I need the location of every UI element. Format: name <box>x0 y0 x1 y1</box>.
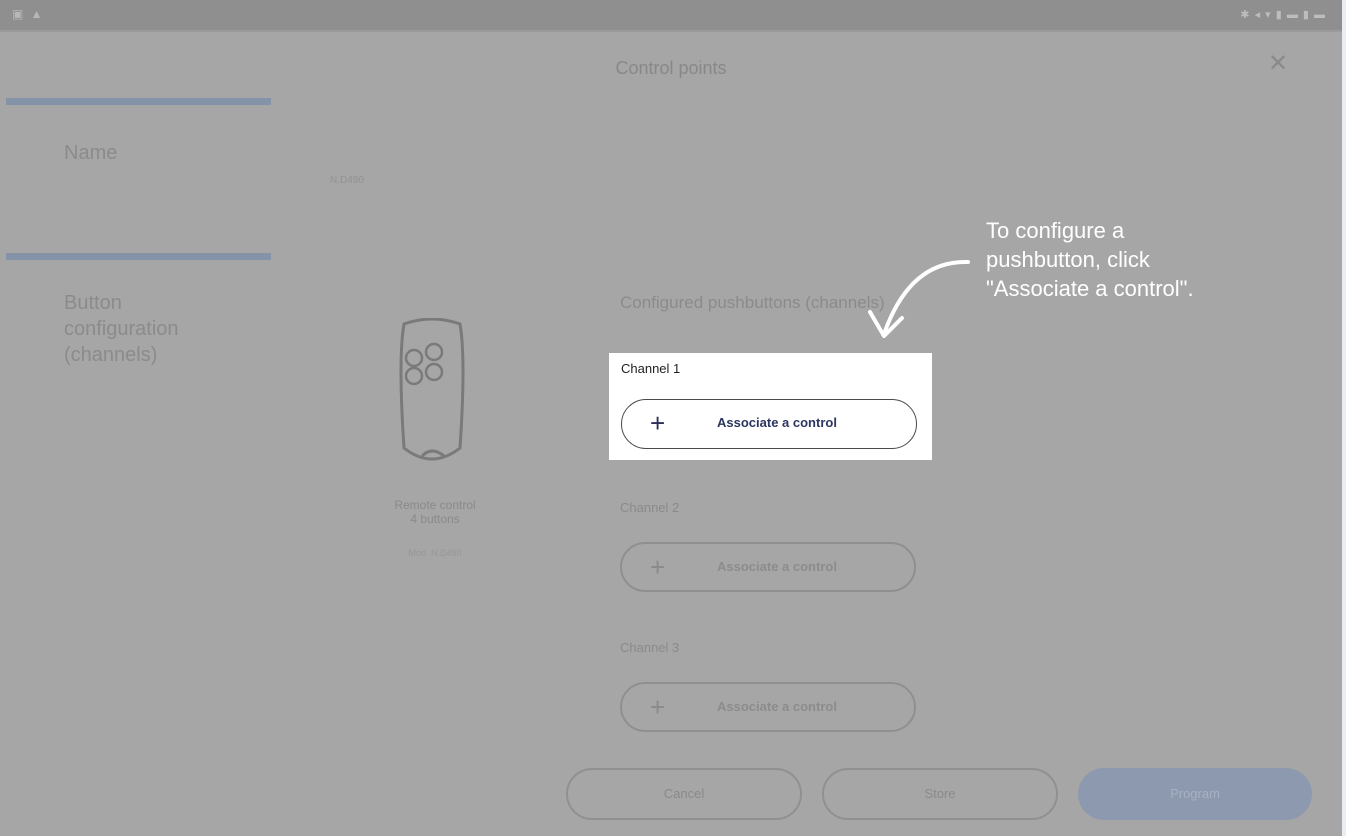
program-button[interactable]: Program <box>1078 768 1312 820</box>
store-button[interactable]: Store <box>822 768 1058 820</box>
status-bar: ▣ ▲ ✱ ◂ ▾ ▮ ▬ ▮ ▬ <box>0 0 1342 30</box>
status-icons-left: ▣ ▲ <box>12 7 45 21</box>
dialog-title: Control points <box>615 58 727 78</box>
divider <box>0 30 1342 32</box>
app-screen: ▣ ▲ ✱ ◂ ▾ ▮ ▬ ▮ ▬ Control points ✕ Name … <box>0 0 1342 836</box>
section-label-line: configuration <box>64 318 179 340</box>
plus-icon: + <box>650 692 666 722</box>
callout-text: To configure a pushbutton, click "Associ… <box>986 216 1194 303</box>
associate-control-button[interactable]: + Associate a control <box>620 682 916 732</box>
remote-caption-line: Remote control <box>394 498 476 512</box>
section-indicator-name <box>6 98 271 105</box>
cancel-button[interactable]: Cancel <box>566 768 802 820</box>
remote-caption: Remote control 4 buttons <box>340 498 530 526</box>
associate-control-label: Associate a control <box>717 699 837 714</box>
remote-caption-line: 4 buttons <box>410 512 460 526</box>
section-indicator-buttons <box>6 253 271 260</box>
callout-line: "Associate a control". <box>986 276 1194 301</box>
associate-control-button[interactable]: + Associate a control <box>621 399 917 449</box>
frame-edge <box>1342 0 1346 836</box>
plus-icon: + <box>650 552 666 582</box>
section-button-config-label: Button configuration (channels) <box>64 290 179 368</box>
associate-control-label: Associate a control <box>717 415 837 430</box>
remote-model: Mod. N.D490 <box>408 548 462 558</box>
highlighted-channel-1: Channel 1 + Associate a control <box>609 353 932 460</box>
associate-control-button[interactable]: + Associate a control <box>620 542 916 592</box>
section-label-line: (channels) <box>64 344 158 366</box>
callout-arrow-icon <box>868 259 970 338</box>
channel-label: Channel 1 <box>621 361 681 376</box>
remote-control-icon <box>399 318 465 461</box>
plus-icon: + <box>650 408 666 438</box>
channel-label: Channel 3 <box>620 640 680 655</box>
channels-heading: Configured pushbuttons (channels) <box>620 293 885 312</box>
section-label-line: Button <box>64 292 122 314</box>
associate-control-label: Associate a control <box>717 559 837 574</box>
close-icon[interactable]: ✕ <box>1266 52 1290 76</box>
name-value[interactable]: N.D490 <box>330 175 364 186</box>
callout-line: To configure a <box>986 218 1125 243</box>
status-icons-right: ✱ ◂ ▾ ▮ ▬ ▮ ▬ <box>1240 9 1326 21</box>
section-name-label: Name <box>64 142 118 164</box>
callout-line: pushbutton, click <box>986 247 1150 272</box>
channel-label: Channel 2 <box>620 500 680 515</box>
